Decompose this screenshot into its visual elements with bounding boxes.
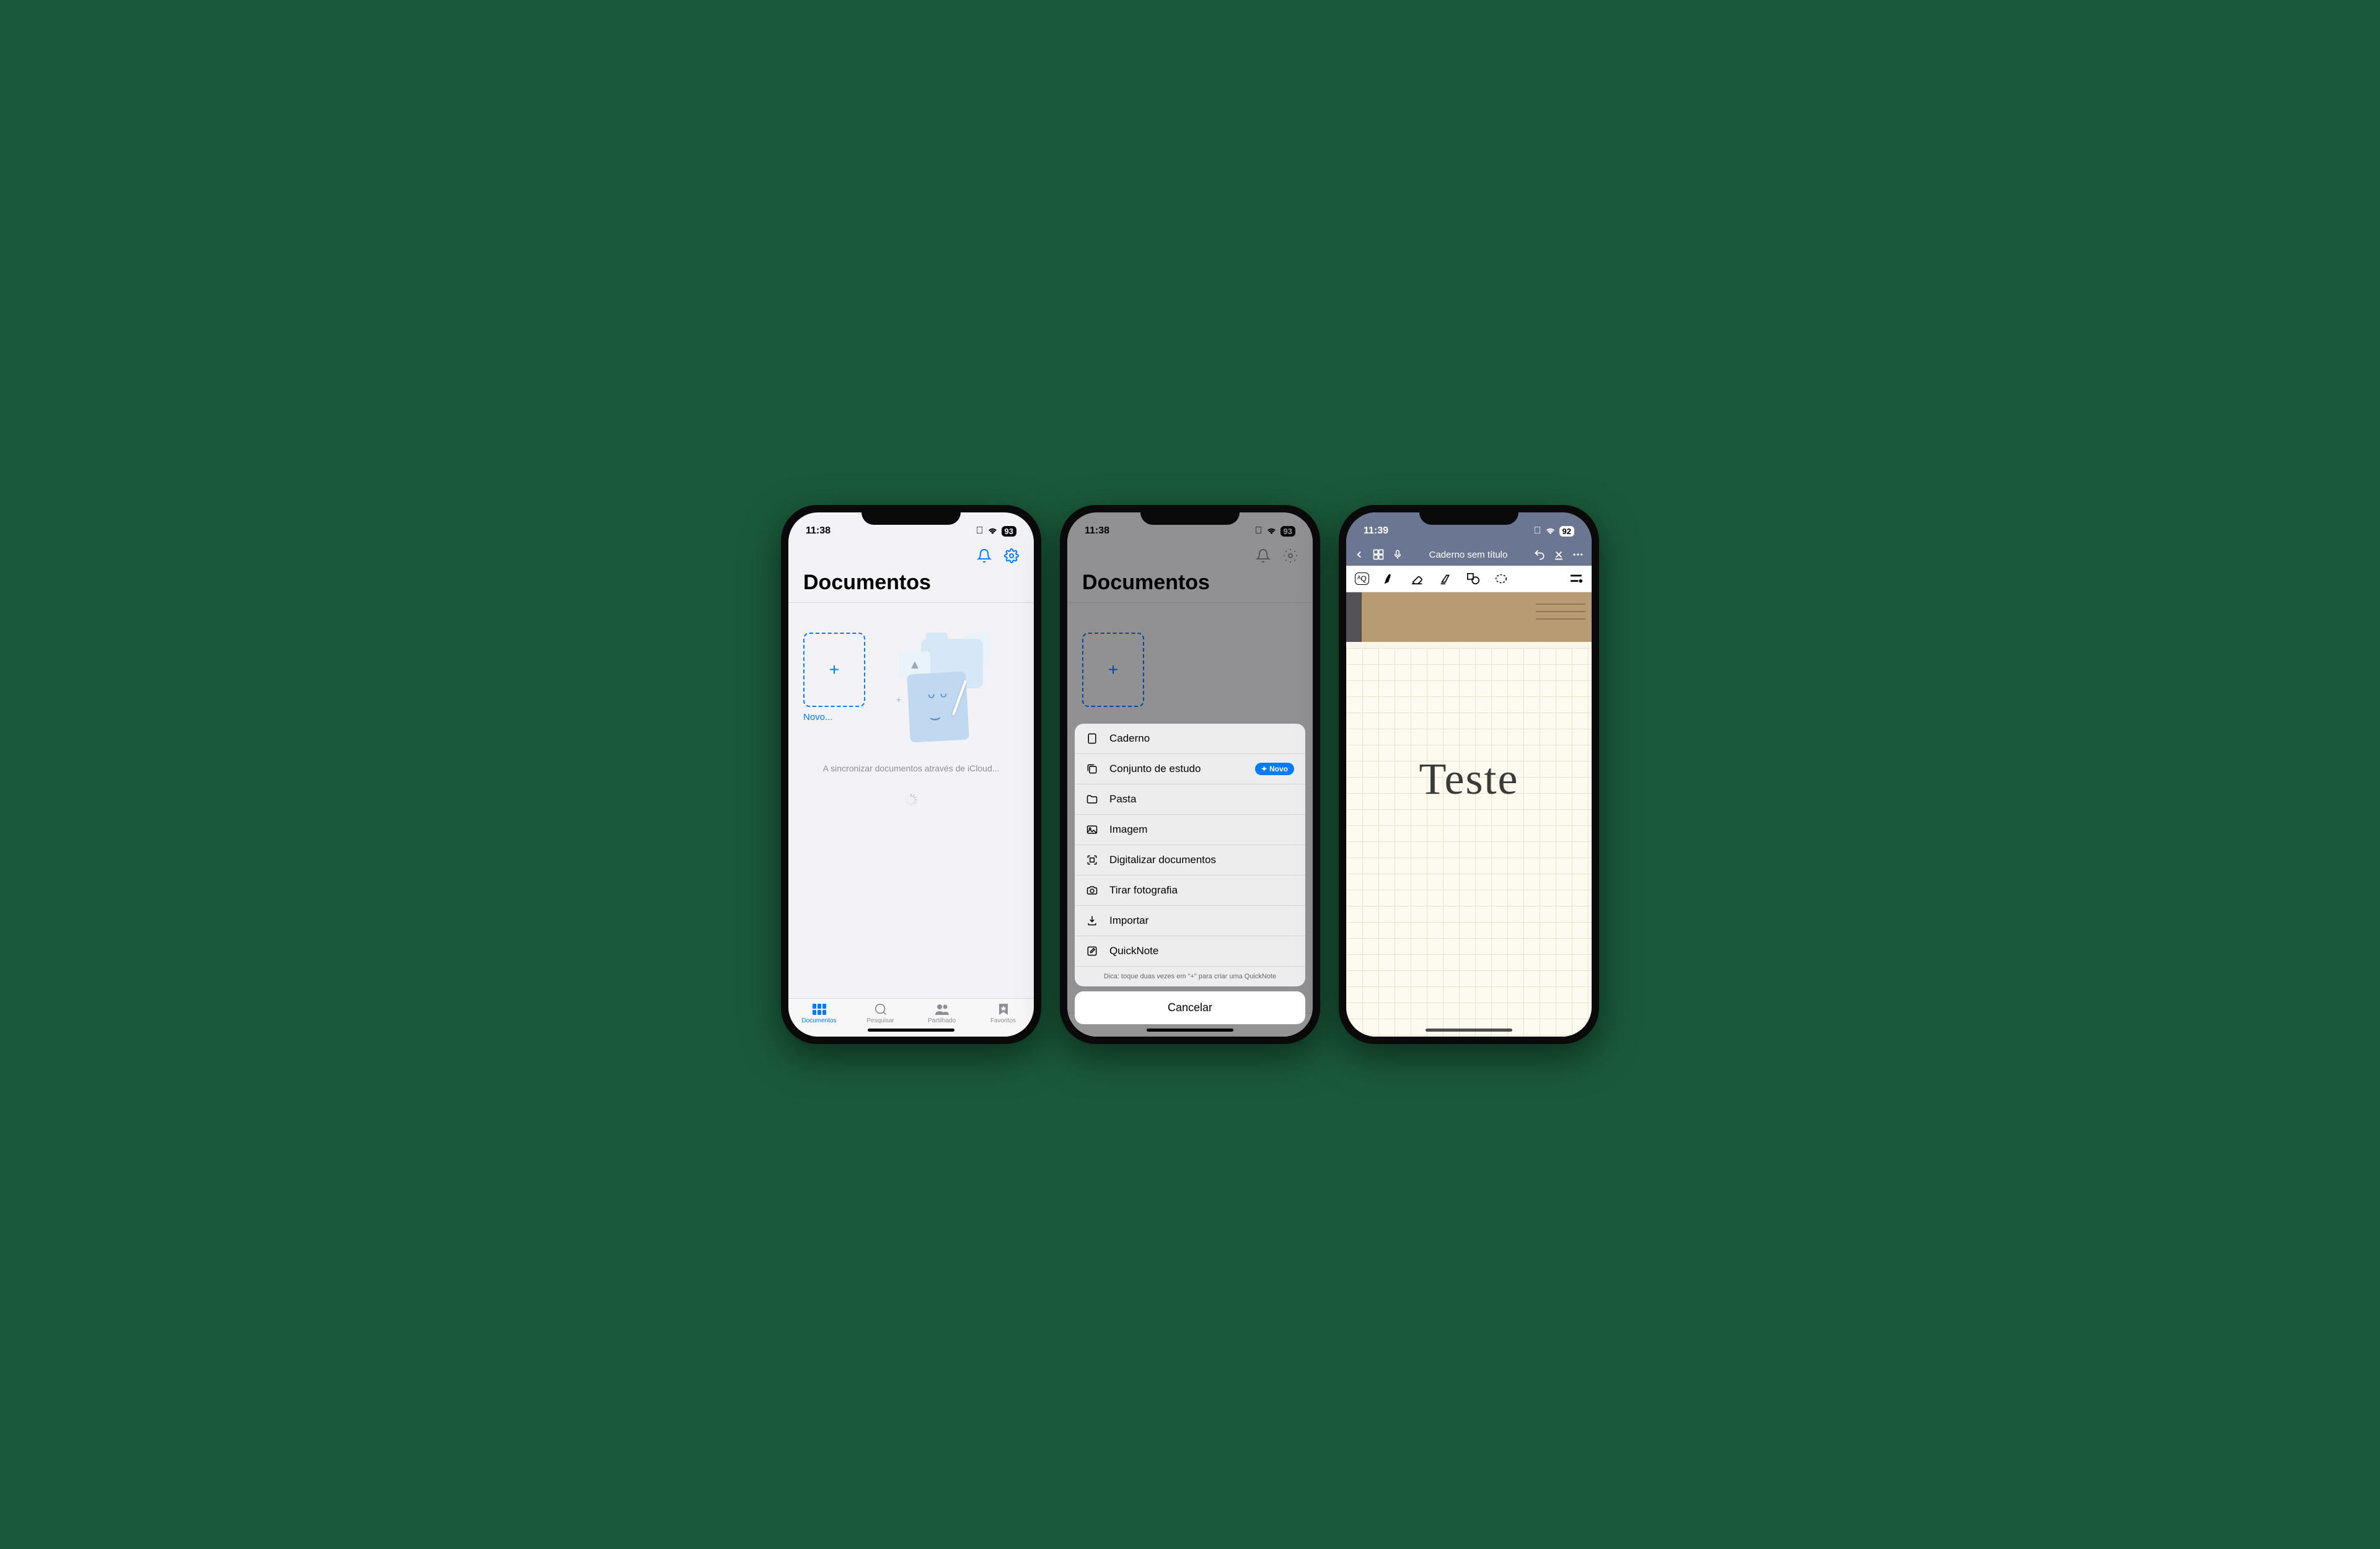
menu-image[interactable]: Imagem (1075, 815, 1305, 845)
canvas-cover (1346, 592, 1592, 642)
highlighter-tool[interactable] (1439, 572, 1452, 586)
home-indicator[interactable] (1426, 1029, 1512, 1032)
eraser-tool[interactable] (1410, 572, 1425, 586)
header-actions (788, 543, 1034, 568)
status-time: 11:38 (806, 525, 831, 537)
tab-label: Pesquisar (866, 1017, 894, 1024)
handwriting-text: Teste (1346, 753, 1592, 805)
editor-header: Caderno sem título (1346, 543, 1592, 566)
menu-quicknote[interactable]: QuickNote (1075, 936, 1305, 967)
screen-editor: 11:39 􀙇 92 Caderno sem título ᴬQ (1346, 512, 1592, 1037)
notch (1419, 505, 1518, 525)
close-button[interactable] (1553, 549, 1564, 560)
new-document-menu: Caderno Conjunto de estudo ✦ Novo Pasta … (1075, 724, 1305, 1024)
grid-icon (811, 1003, 827, 1016)
zoom-tool[interactable]: ᴬQ (1355, 573, 1369, 585)
search-icon (874, 1003, 888, 1016)
menu-tip: Dica: toque duas vezes em "+" para criar… (1075, 967, 1305, 986)
new-document-button[interactable]: + (803, 633, 865, 707)
page-title: Documentos (788, 568, 1034, 603)
menu-photo[interactable]: Tirar fotografia (1075, 875, 1305, 906)
battery-level: 93 (1002, 526, 1016, 537)
tab-label: Favoritos (990, 1017, 1016, 1024)
options-tool[interactable] (1569, 573, 1583, 584)
tab-favorites[interactable]: Favoritos (972, 1003, 1034, 1024)
menu-study-set[interactable]: Conjunto de estudo ✦ Novo (1075, 754, 1305, 784)
status-indicators: 􀙇 92 (1534, 525, 1574, 537)
book-icon (1086, 732, 1100, 745)
people-icon (934, 1003, 950, 1016)
image-icon (1086, 823, 1100, 836)
new-badge: ✦ Novo (1255, 763, 1294, 775)
notch (1140, 505, 1240, 525)
menu-label: Conjunto de estudo (1109, 763, 1201, 775)
note-icon (1086, 945, 1100, 957)
tab-search[interactable]: Pesquisar (850, 1003, 911, 1024)
phone-3: 11:39 􀙇 92 Caderno sem título ᴬQ (1339, 505, 1599, 1044)
settings-button[interactable] (1004, 548, 1019, 563)
menu-scan[interactable]: Digitalizar documentos (1075, 845, 1305, 875)
home-indicator[interactable] (868, 1029, 954, 1032)
document-title[interactable]: Caderno sem título (1411, 550, 1526, 560)
home-indicator[interactable] (1147, 1029, 1233, 1032)
tab-shared[interactable]: Partilhado (911, 1003, 972, 1024)
pen-tool[interactable] (1383, 572, 1396, 586)
notch (862, 505, 961, 525)
menu-list: Caderno Conjunto de estudo ✦ Novo Pasta … (1075, 724, 1305, 986)
battery-level: 92 (1559, 526, 1574, 537)
tab-label: Documentos (801, 1017, 836, 1024)
shapes-tool[interactable] (1466, 572, 1481, 586)
more-button[interactable] (1572, 548, 1584, 561)
signal-icon: 􀙇 (976, 525, 984, 537)
undo-button[interactable] (1533, 548, 1546, 561)
notifications-button[interactable] (977, 548, 992, 563)
sync-status-text: A sincronizar documentos através de iClo… (823, 763, 1000, 775)
status-time: 11:39 (1364, 525, 1388, 537)
menu-label: QuickNote (1109, 945, 1158, 957)
cancel-button[interactable]: Cancelar (1075, 991, 1305, 1024)
content-area: + Novo... ▲ ᵕ ᵕ⌣ + A sincronizar documen… (788, 603, 1034, 998)
menu-notebook[interactable]: Caderno (1075, 724, 1305, 754)
phone-2: 11:38 􀙇 93 Documentos + (1060, 505, 1320, 1044)
phone-1: 11:38 􀙇 93 Documentos + (781, 505, 1041, 1044)
menu-label: Imagem (1109, 823, 1147, 836)
download-icon (1086, 915, 1100, 927)
status-indicators: 􀙇 93 (976, 525, 1016, 537)
menu-import[interactable]: Importar (1075, 906, 1305, 936)
screen-documents: 11:38 􀙇 93 Documentos + (788, 512, 1034, 1037)
menu-label: Caderno (1109, 732, 1150, 745)
scan-icon (1086, 854, 1100, 866)
loading-spinner-icon (904, 792, 919, 807)
menu-label: Tirar fotografia (1109, 884, 1178, 897)
empty-illustration: ▲ ᵕ ᵕ⌣ + (878, 626, 989, 738)
grid-button[interactable] (1372, 548, 1385, 561)
wifi-icon (1545, 527, 1556, 535)
paper-area[interactable] (1346, 648, 1592, 1037)
signal-icon: 􀙇 (1534, 525, 1541, 537)
folder-icon (1086, 793, 1100, 805)
stack-icon (1086, 763, 1100, 775)
tab-label: Partilhado (928, 1017, 956, 1024)
wifi-icon (987, 527, 998, 535)
lasso-tool[interactable] (1494, 572, 1508, 586)
menu-label: Digitalizar documentos (1109, 854, 1216, 866)
tab-documents[interactable]: Documentos (788, 1003, 850, 1024)
menu-folder[interactable]: Pasta (1075, 784, 1305, 815)
canvas[interactable]: Teste (1346, 592, 1592, 1037)
menu-label: Pasta (1109, 793, 1136, 805)
menu-label: Importar (1109, 915, 1148, 927)
new-document-section: + Novo... ▲ ᵕ ᵕ⌣ + (803, 633, 1019, 738)
mic-button[interactable] (1392, 549, 1403, 560)
new-document-label: Novo... (803, 712, 865, 722)
bookmark-icon (998, 1003, 1009, 1016)
back-button[interactable] (1354, 549, 1365, 560)
camera-icon (1086, 884, 1100, 897)
new-document-wrap: + Novo... (803, 633, 865, 722)
screen-new-menu: 11:38 􀙇 93 Documentos + (1067, 512, 1313, 1037)
tool-bar: ᴬQ (1346, 566, 1592, 592)
